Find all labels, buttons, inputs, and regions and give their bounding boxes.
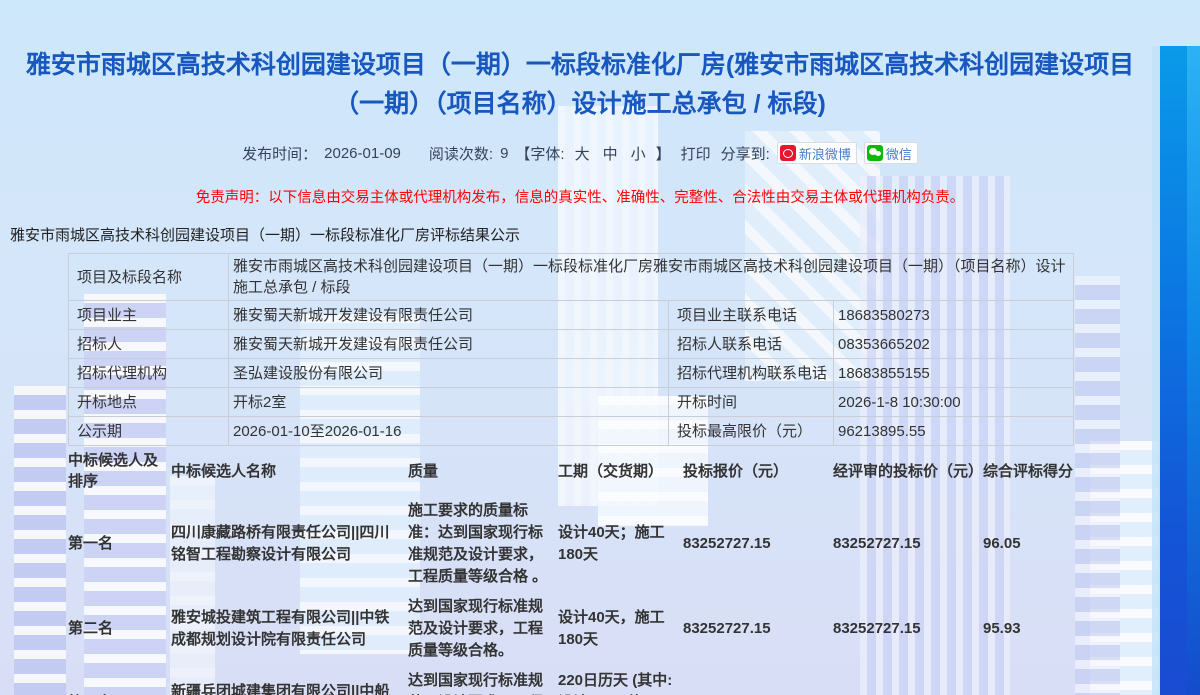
detail-label: 公示期	[69, 417, 229, 446]
detail-label: 项目及标段名称	[69, 254, 229, 301]
bidder-name-cell: 新疆兵团城建集团有限公司||中船第九设计研究院工程有限公司	[168, 666, 405, 695]
ranking-row: 第二名 雅安城投建筑工程有限公司||中铁成都规划设计院有限责任公司 达到国家现行…	[65, 592, 1080, 666]
detail-value: 18683580273	[834, 301, 1074, 330]
detail-label: 项目业主联系电话	[669, 301, 834, 330]
detail-label: 招标人	[69, 330, 229, 359]
meta-bar: 发布时间： 2026-01-09 阅读次数: 9 【字体: 大 中 小 】 打印…	[0, 142, 1160, 164]
duration-cell: 设计40天；施工180天	[555, 496, 680, 592]
wechat-icon	[867, 145, 883, 161]
quality-cell: 达到国家现行标准规范及设计要求，工程质量等级合格。	[405, 592, 555, 666]
share-weibo-button[interactable]: 新浪微博	[777, 142, 857, 164]
table-row: 项目业主 雅安蜀天新城开发建设有限责任公司 项目业主联系电话 186835802…	[69, 301, 1074, 330]
share-label: 分享到:	[721, 143, 770, 164]
bid-price-cell: 83252727.18	[680, 666, 830, 695]
detail-value: 圣弘建设股份有限公司	[229, 359, 669, 388]
score-cell: 96.05	[980, 496, 1080, 592]
font-size-large-link[interactable]: 大	[572, 143, 593, 164]
table-row: 公示期 2026-01-10至2026-01-16 投标最高限价（元） 9621…	[69, 417, 1074, 446]
detail-label: 开标时间	[669, 388, 834, 417]
table-row: 招标代理机构 圣弘建设股份有限公司 招标代理机构联系电话 18683855155	[69, 359, 1074, 388]
bid-price-cell: 83252727.15	[680, 496, 830, 592]
detail-label: 招标代理机构	[69, 359, 229, 388]
right-blue-band	[1160, 46, 1200, 695]
main-content: 雅安市雨城区高技术科创园建设项目（一期）一标段标准化厂房(雅安市雨城区高技术科创…	[0, 46, 1160, 695]
print-link[interactable]: 打印	[678, 143, 714, 164]
detail-value: 08353665202	[834, 330, 1074, 359]
rank-cell: 第一名	[65, 496, 168, 592]
evaluated-price-cell: 83252727.18	[830, 666, 980, 695]
detail-value: 雅安蜀天新城开发建设有限责任公司	[229, 301, 669, 330]
table-row: 开标地点 开标2室 开标时间 2026-1-8 10:30:00	[69, 388, 1074, 417]
column-header: 经评审的投标价（元）	[830, 446, 980, 496]
right-blue-band-inner	[1187, 46, 1200, 695]
column-header: 投标报价（元）	[680, 446, 830, 496]
evaluated-price-cell: 83252727.15	[830, 592, 980, 666]
detail-value: 雅安蜀天新城开发建设有限责任公司	[229, 330, 669, 359]
duration-cell: 220日历天 (其中: 设计40天, 施工180天)	[555, 666, 680, 695]
detail-value: 雅安市雨城区高技术科创园建设项目（一期）一标段标准化厂房雅安市雨城区高技术科创园…	[229, 254, 1074, 301]
column-header: 工期（交货期）	[555, 446, 680, 496]
rank-cell: 第三名	[65, 666, 168, 695]
bid-price-cell: 83252727.15	[680, 592, 830, 666]
views-count: 9	[500, 145, 508, 162]
quality-cell: 达到国家现行标准规范及设计要求，工程质量等级合格	[405, 666, 555, 695]
weibo-icon	[780, 145, 796, 161]
detail-value: 96213895.55	[834, 417, 1074, 446]
bidder-name-cell: 四川康藏路桥有限责任公司||四川铭智工程勘察设计有限公司	[168, 496, 405, 592]
project-details-table: 项目及标段名称 雅安市雨城区高技术科创园建设项目（一期）一标段标准化厂房雅安市雨…	[68, 253, 1074, 446]
publish-time-label: 发布时间：	[242, 143, 317, 164]
publish-time-value: 2026-01-09	[324, 145, 401, 162]
column-header: 中标候选人及排序	[65, 446, 168, 496]
score-cell: 95.75	[980, 666, 1080, 695]
views-label: 阅读次数:	[429, 143, 493, 164]
bid-ranking-table: 中标候选人及排序 中标候选人名称 质量 工期（交货期） 投标报价（元） 经评审的…	[65, 446, 1080, 695]
column-header: 中标候选人名称	[168, 446, 405, 496]
quality-cell: 施工要求的质量标准：达到国家现行标准规范及设计要求，工程质量等级合格 。	[405, 496, 555, 592]
rank-cell: 第二名	[65, 592, 168, 666]
page-title: 雅安市雨城区高技术科创园建设项目（一期）一标段标准化厂房(雅安市雨城区高技术科创…	[12, 46, 1148, 124]
font-size-close-bracket: 】	[656, 143, 671, 164]
band-edge-stripe	[1152, 46, 1160, 695]
column-header: 综合评标得分	[980, 446, 1080, 496]
font-size-small-link[interactable]: 小	[628, 143, 649, 164]
duration-cell: 设计40天，施工180天	[555, 592, 680, 666]
ranking-row: 第一名 四川康藏路桥有限责任公司||四川铭智工程勘察设计有限公司 施工要求的质量…	[65, 496, 1080, 592]
detail-label: 开标地点	[69, 388, 229, 417]
score-cell: 95.93	[980, 592, 1080, 666]
detail-value: 开标2室	[229, 388, 669, 417]
detail-value: 2026-01-10至2026-01-16	[229, 417, 669, 446]
ranking-header-row: 中标候选人及排序 中标候选人名称 质量 工期（交货期） 投标报价（元） 经评审的…	[65, 446, 1080, 496]
announcement-subtitle: 雅安市雨城区高技术科创园建设项目（一期）一标段标准化厂房评标结果公示	[10, 224, 1160, 245]
share-wechat-button[interactable]: 微信	[864, 142, 918, 164]
disclaimer-text: 免责声明：以下信息由交易主体或代理机构发布，信息的真实性、准确性、完整性、合法性…	[0, 186, 1160, 207]
table-row: 招标人 雅安蜀天新城开发建设有限责任公司 招标人联系电话 08353665202	[69, 330, 1074, 359]
column-header: 质量	[405, 446, 555, 496]
table-row: 项目及标段名称 雅安市雨城区高技术科创园建设项目（一期）一标段标准化厂房雅安市雨…	[69, 254, 1074, 301]
font-size-open-bracket: 【字体:	[515, 143, 564, 164]
ranking-row: 第三名 新疆兵团城建集团有限公司||中船第九设计研究院工程有限公司 达到国家现行…	[65, 666, 1080, 695]
detail-label: 投标最高限价（元）	[669, 417, 834, 446]
font-size-medium-link[interactable]: 中	[600, 143, 621, 164]
detail-label: 招标代理机构联系电话	[669, 359, 834, 388]
wechat-label: 微信	[886, 144, 912, 163]
detail-value: 2026-1-8 10:30:00	[834, 388, 1074, 417]
detail-label: 项目业主	[69, 301, 229, 330]
detail-value: 18683855155	[834, 359, 1074, 388]
bidder-name-cell: 雅安城投建筑工程有限公司||中铁成都规划设计院有限责任公司	[168, 592, 405, 666]
evaluated-price-cell: 83252727.15	[830, 496, 980, 592]
detail-label: 招标人联系电话	[669, 330, 834, 359]
weibo-label: 新浪微博	[799, 144, 851, 163]
